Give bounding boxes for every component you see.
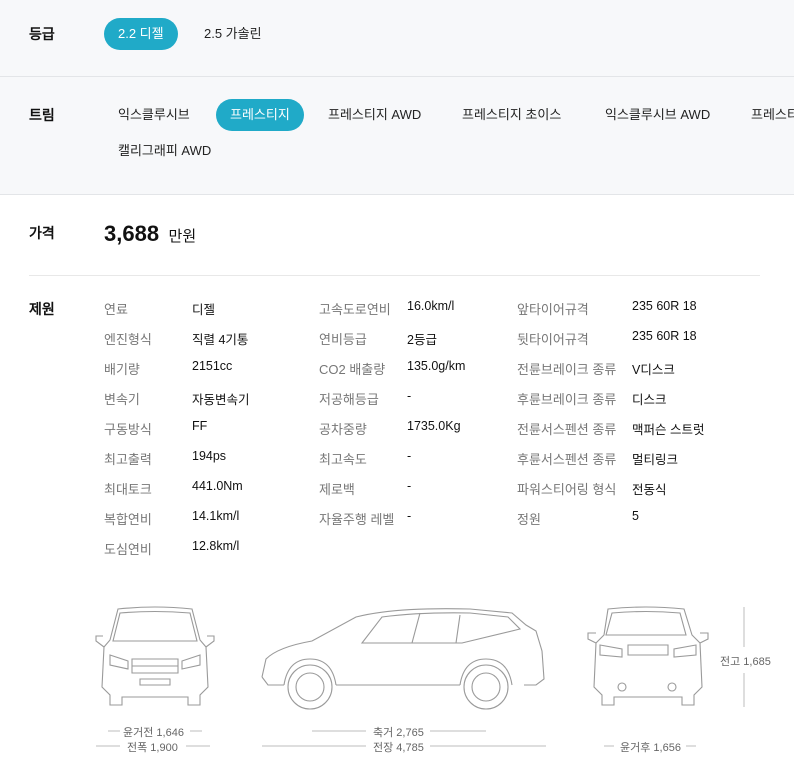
- spec-label-engine: 엔진형식: [104, 332, 152, 347]
- spec-value-zero-to-hundred: -: [407, 479, 412, 493]
- dim-height: 전고 1,685: [720, 656, 771, 668]
- dim-width: 전폭 1,900: [127, 742, 178, 754]
- car-front-view: [95, 606, 215, 706]
- trim-option-prestige-cut[interactable]: 프레스티: [737, 99, 794, 131]
- grade-section: 등급 2.2 디젤 2.5 가솔린: [0, 0, 794, 77]
- dim-wheelbase: 축거 2,765: [373, 727, 424, 739]
- car-side-view: [261, 608, 545, 710]
- dim-length: 전장 4,785: [373, 742, 424, 754]
- dim-rear-tread: 윤거후 1,656: [620, 742, 681, 754]
- grade-option-diesel[interactable]: 2.2 디젤: [104, 18, 178, 50]
- spec-value-transmission: 자동변속기: [192, 393, 250, 407]
- spec-label: 제원: [29, 301, 55, 317]
- spec-value-co2: 135.0g/km: [407, 359, 466, 373]
- spec-label-curb-weight: 공차중량: [319, 422, 367, 437]
- spec-value-power-steering: 전동식: [632, 483, 667, 497]
- spec-value-displacement: 2151cc: [192, 359, 233, 373]
- spec-value-seating: 5: [632, 509, 639, 523]
- spec-value-engine: 직렬 4기통: [192, 333, 249, 347]
- spec-label-co2: CO2 배출량: [319, 362, 386, 377]
- spec-value-max-power: 194ps: [192, 449, 227, 463]
- trim-option-exclusive[interactable]: 익스클루시브: [104, 99, 204, 131]
- trim-option-prestige-awd[interactable]: 프레스티지 AWD: [314, 99, 435, 131]
- spec-value-combined-mpg: 14.1km/l: [192, 509, 240, 523]
- spec-value-low-emission: -: [407, 389, 412, 403]
- spec-label-rear-brake: 후륜브레이크 종류: [517, 392, 617, 407]
- spec-label-rear-suspension: 후륜서스펜션 종류: [517, 452, 617, 467]
- spec-value-drive: FF: [192, 419, 208, 433]
- spec-value-autonomy-level: -: [407, 509, 412, 523]
- spec-value-rear-suspension: 멀티링크: [632, 453, 679, 467]
- price-divider: [29, 275, 760, 276]
- spec-label-front-tire: 앞타이어규격: [517, 302, 589, 317]
- spec-label-combined-mpg: 복합연비: [104, 512, 152, 527]
- grade-label: 등급: [29, 26, 55, 42]
- dim-front-tread: 윤거전 1,646: [123, 727, 184, 739]
- spec-value-fuel: 디젤: [192, 303, 216, 317]
- trim-section: 트림 익스클루시브 프레스티지 프레스티지 AWD 프레스티지 초이스 익스클루…: [0, 77, 794, 195]
- trim-option-prestige-choice[interactable]: 프레스티지 초이스: [448, 99, 575, 131]
- spec-value-max-torque: 441.0Nm: [192, 479, 243, 493]
- trim-option-exclusive-awd[interactable]: 익스클루시브 AWD: [591, 99, 724, 131]
- spec-value-front-tire: 235 60R 18: [632, 299, 697, 313]
- spec-label-max-power: 최고출력: [104, 452, 152, 467]
- spec-label-max-torque: 최대토크: [104, 482, 152, 497]
- price-label: 가격: [29, 225, 55, 241]
- spec-value-front-brake: V디스크: [632, 363, 675, 377]
- dimension-diagram: 윤거전 1,646 전폭 1,900 축거 2,765 전장 4,785 전고 …: [0, 595, 794, 768]
- spec-label-drive: 구동방식: [104, 422, 152, 437]
- spec-label-displacement: 배기량: [104, 362, 140, 377]
- spec-label-front-suspension: 전륜서스펜션 종류: [517, 422, 617, 437]
- spec-label-top-speed: 최고속도: [319, 452, 367, 467]
- price-section: 가격 3,688 만원: [0, 195, 794, 277]
- spec-value-rear-tire: 235 60R 18: [632, 329, 697, 343]
- car-rear-view: [587, 606, 709, 706]
- spec-value-efficiency-grade: 2등급: [407, 333, 437, 347]
- spec-label-zero-to-hundred: 제로백: [319, 482, 355, 497]
- trim-option-calligraphy-awd[interactable]: 캘리그래피 AWD: [104, 135, 225, 167]
- spec-value-city-mpg: 12.8km/l: [192, 539, 240, 553]
- spec-label-city-mpg: 도심연비: [104, 542, 152, 557]
- spec-value-front-suspension: 맥퍼슨 스트럿: [632, 423, 705, 437]
- price-display: 3,688 만원: [104, 221, 196, 247]
- spec-value-top-speed: -: [407, 449, 412, 463]
- spec-value-highway-mpg: 16.0km/l: [407, 299, 455, 313]
- price-value: 3,688: [104, 221, 160, 246]
- spec-label-autonomy-level: 자율주행 레벨: [319, 512, 395, 527]
- spec-label-low-emission: 저공해등급: [319, 392, 379, 407]
- trim-option-prestige[interactable]: 프레스티지: [216, 99, 304, 131]
- spec-label-efficiency-grade: 연비등급: [319, 332, 367, 347]
- spec-label-front-brake: 전륜브레이크 종류: [517, 362, 617, 377]
- spec-label-transmission: 변속기: [104, 392, 140, 407]
- spec-label-highway-mpg: 고속도로연비: [319, 302, 391, 317]
- spec-label-seating: 정원: [517, 512, 541, 527]
- spec-label-rear-tire: 뒷타이어규격: [517, 332, 589, 347]
- spec-label-fuel: 연료: [104, 302, 128, 317]
- trim-label: 트림: [29, 107, 55, 123]
- price-unit: 만원: [168, 228, 197, 245]
- spec-label-power-steering: 파워스티어링 형식: [517, 482, 617, 497]
- spec-value-curb-weight: 1735.0Kg: [407, 419, 461, 433]
- spec-value-rear-brake: 디스크: [632, 393, 667, 407]
- grade-option-gasoline[interactable]: 2.5 가솔린: [190, 18, 276, 50]
